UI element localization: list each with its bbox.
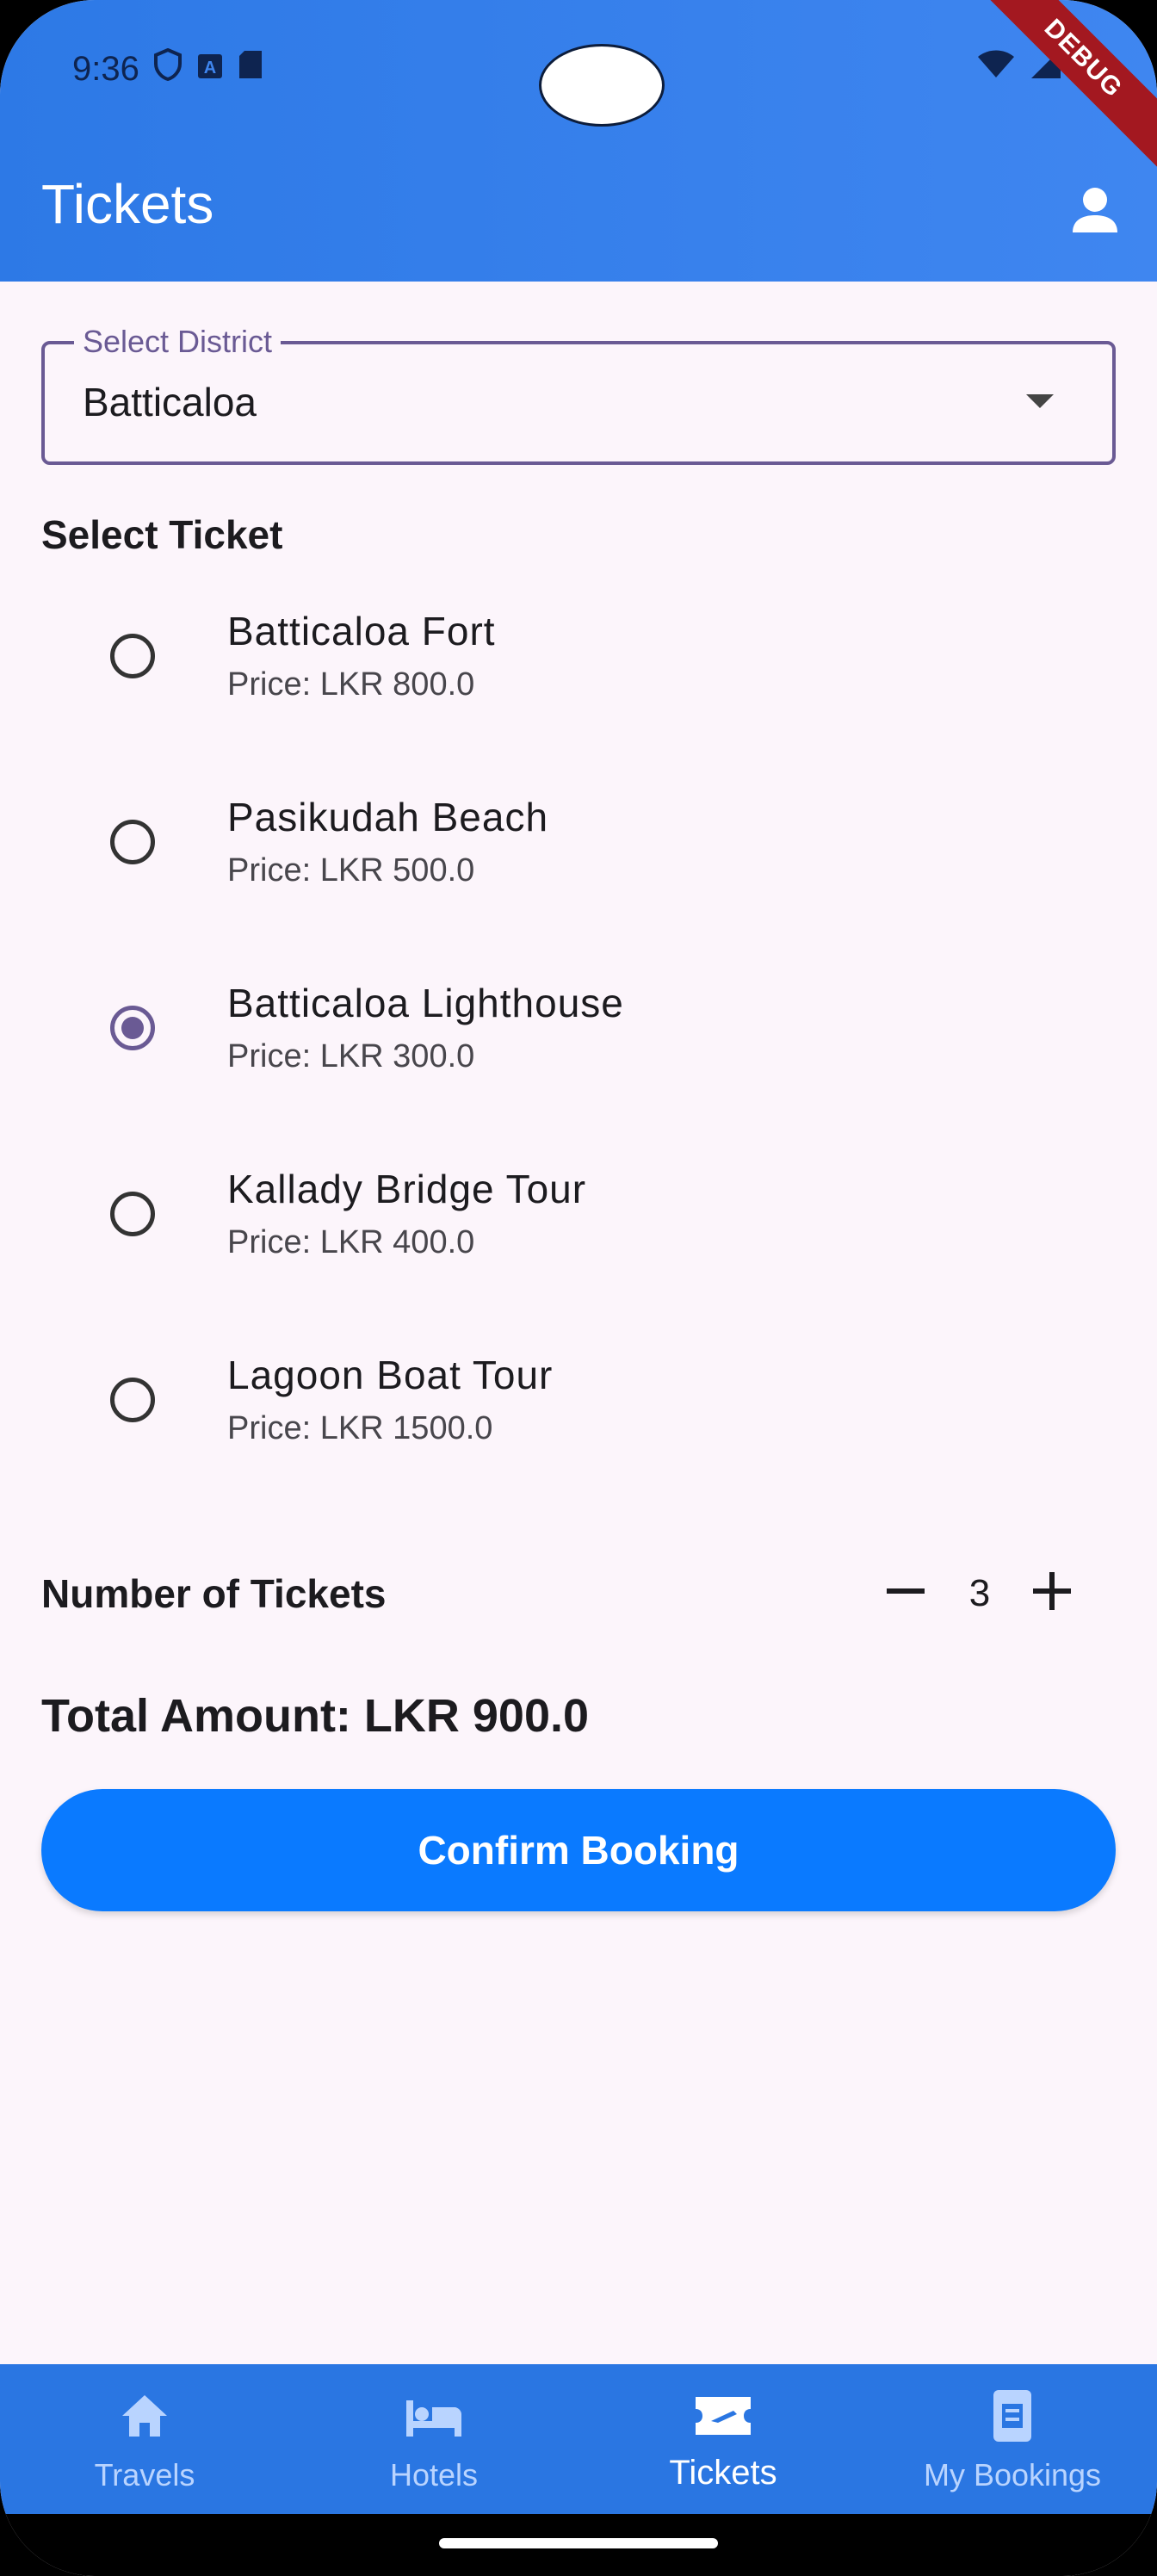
minus-icon xyxy=(887,1588,925,1594)
nav-label: Hotels xyxy=(389,2457,479,2492)
radio-button[interactable] xyxy=(110,1192,155,1236)
quantity-value: 3 xyxy=(968,1572,991,1614)
ticket-price: Price: LKR 1500.0 xyxy=(227,1410,493,1446)
wifi-icon xyxy=(976,48,1016,84)
decrement-button[interactable] xyxy=(875,1560,937,1622)
ticket-price: Price: LKR 800.0 xyxy=(227,666,475,703)
booking-icon xyxy=(988,2388,1036,2448)
quantity-label: Number of Tickets xyxy=(41,1571,387,1616)
status-bar-left: 9:36 A xyxy=(72,47,263,90)
page-title: Tickets xyxy=(41,173,214,235)
nav-my-bookings[interactable]: My Bookings xyxy=(868,2364,1157,2514)
camera-cutout xyxy=(539,44,665,127)
radio-button[interactable] xyxy=(110,820,155,864)
bed-icon xyxy=(403,2388,465,2448)
ticket-option[interactable]: Batticaloa Fort Price: LKR 800.0 xyxy=(0,585,1157,771)
person-icon xyxy=(1073,188,1117,232)
ticket-option[interactable]: Pasikudah Beach Price: LKR 500.0 xyxy=(0,771,1157,957)
district-label: Select District xyxy=(74,324,282,360)
ticket-price: Price: LKR 400.0 xyxy=(227,1224,475,1260)
home-icon xyxy=(117,2388,172,2448)
total-amount: Total Amount: LKR 900.0 xyxy=(41,1690,590,1742)
home-gesture-handle[interactable] xyxy=(439,2538,718,2548)
shield-icon xyxy=(153,47,183,90)
nav-label: Travels xyxy=(94,2457,195,2492)
radio-button[interactable] xyxy=(110,1378,155,1422)
ticket-name: Batticaloa Fort xyxy=(227,609,496,653)
ticket-option[interactable]: Lagoon Boat Tour Price: LKR 1500.0 xyxy=(0,1329,1157,1515)
ticket-option[interactable]: Kallady Bridge Tour Price: LKR 400.0 xyxy=(0,1143,1157,1329)
district-value[interactable]: Batticaloa xyxy=(83,379,257,425)
nav-label: My Bookings xyxy=(923,2457,1102,2492)
nav-label: Tickets xyxy=(669,2454,777,2492)
ticket-name: Kallady Bridge Tour xyxy=(227,1167,587,1211)
nav-hotels[interactable]: Hotels xyxy=(289,2364,578,2514)
nav-tickets[interactable]: Tickets xyxy=(578,2364,868,2514)
profile-button[interactable] xyxy=(1064,181,1126,243)
svg-text:A: A xyxy=(204,59,216,77)
nav-travels[interactable]: Travels xyxy=(0,2364,289,2514)
ticket-name: Pasikudah Beach xyxy=(227,795,549,839)
airplane-ticket-icon xyxy=(692,2388,754,2448)
sd-card-icon xyxy=(238,49,263,89)
text-a-icon: A xyxy=(196,50,224,89)
plus-icon xyxy=(1033,1572,1071,1610)
ticket-option[interactable]: Batticaloa Lighthouse Price: LKR 300.0 xyxy=(0,957,1157,1143)
status-time: 9:36 xyxy=(72,49,139,88)
select-ticket-heading: Select Ticket xyxy=(41,512,283,557)
bottom-navigation: Travels Hotels Tickets My Bookings xyxy=(0,2364,1157,2514)
phone-screen: 9:36 A DEBUG Tickets Select District Bat… xyxy=(0,0,1157,2576)
radio-button-selected[interactable] xyxy=(110,1006,155,1050)
ticket-name: Batticaloa Lighthouse xyxy=(227,981,624,1025)
ticket-name: Lagoon Boat Tour xyxy=(227,1353,554,1397)
increment-button[interactable] xyxy=(1021,1560,1083,1622)
dropdown-arrow-icon[interactable] xyxy=(1026,394,1054,408)
ticket-price: Price: LKR 500.0 xyxy=(227,852,475,889)
confirm-booking-button[interactable]: Confirm Booking xyxy=(41,1789,1116,1911)
radio-button[interactable] xyxy=(110,634,155,678)
app-bar: 9:36 A DEBUG Tickets xyxy=(0,0,1157,282)
ticket-price: Price: LKR 300.0 xyxy=(227,1038,475,1074)
